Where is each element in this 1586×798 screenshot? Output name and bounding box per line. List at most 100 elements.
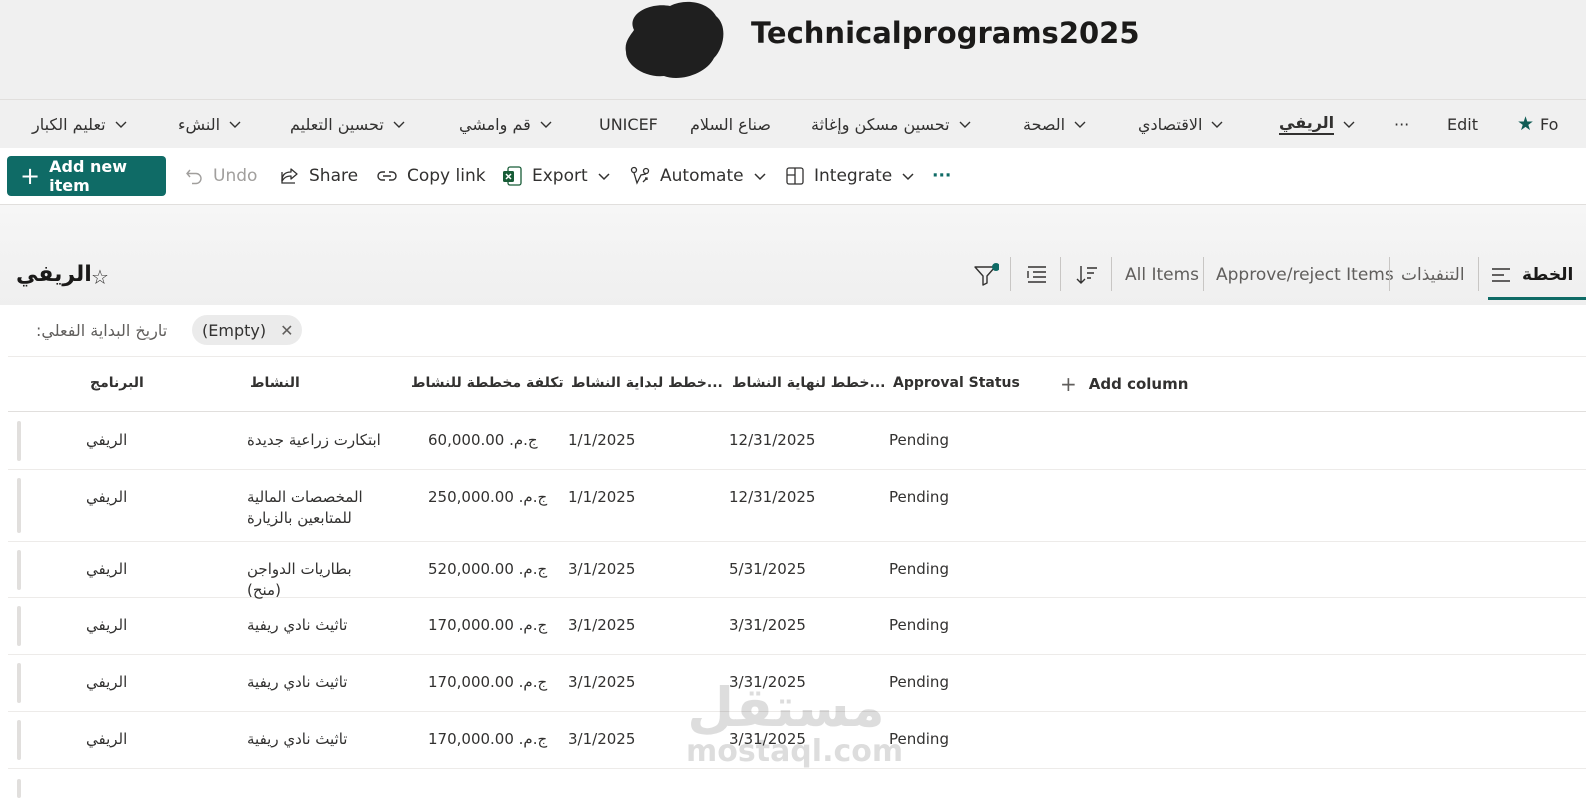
chevron-down-icon bbox=[1211, 121, 1223, 128]
column-header-activity[interactable]: النشاط bbox=[250, 375, 300, 391]
column-header-planned-end[interactable]: ...خطط لنهاية النشاط bbox=[732, 375, 885, 391]
add-new-item-label: Add new item bbox=[49, 157, 127, 195]
cell-planned-cost: ج.م. 520,000.00 bbox=[428, 560, 548, 578]
follow-button[interactable]: ★ Fo bbox=[1517, 110, 1558, 138]
filter-row: تاريخ البداية الفعلي: (Empty) ✕ bbox=[8, 305, 1586, 357]
filter-icon[interactable] bbox=[973, 262, 999, 288]
nav-item-rural[interactable]: الريفي bbox=[1279, 110, 1358, 138]
cell-planned-start: 3/1/2025 bbox=[568, 673, 636, 691]
table-row[interactable]: الريفي تاثيث نادي ريفية ج.م. 170,000.00 … bbox=[8, 712, 1586, 769]
divider bbox=[1478, 257, 1479, 291]
view-tab-implementations[interactable]: التنفيذات bbox=[1401, 261, 1465, 289]
row-selector[interactable] bbox=[17, 663, 21, 703]
cell-planned-end: 3/31/2025 bbox=[729, 730, 806, 748]
integrate-icon bbox=[786, 167, 804, 185]
table-row[interactable]: الريفي المخصصات المالية للمتابعين بالزيا… bbox=[8, 470, 1586, 542]
cell-approval-status: Pending bbox=[889, 431, 949, 449]
excel-icon bbox=[503, 166, 522, 186]
chevron-down-icon bbox=[959, 121, 971, 128]
share-button[interactable]: Share bbox=[279, 162, 358, 190]
table-row[interactable] bbox=[8, 769, 1586, 798]
copy-link-button[interactable]: Copy link bbox=[376, 162, 486, 190]
nav-item-label: صناع السلام bbox=[690, 114, 771, 134]
site-logo[interactable] bbox=[620, 0, 726, 80]
nav-item-unicef[interactable]: UNICEF bbox=[599, 110, 658, 138]
site-title[interactable]: Technicalprograms2025 bbox=[751, 16, 1140, 50]
cell-activity: بطاريات الدواجن (منح) bbox=[247, 560, 352, 599]
view-tab-label: الخطة bbox=[1522, 265, 1574, 285]
list-view-icon bbox=[1492, 268, 1510, 282]
cell-approval-status: Pending bbox=[889, 730, 949, 748]
view-tab-all-items[interactable]: All Items bbox=[1125, 261, 1199, 289]
nav-more-button[interactable]: ··· bbox=[1394, 110, 1409, 138]
nav-item-label: النشء bbox=[178, 114, 221, 134]
top-navigation: ★ Fo Edit ··· الريفي الاقتصادي الصحة تحس… bbox=[0, 100, 1586, 148]
cell-planned-start: 3/1/2025 bbox=[568, 616, 636, 634]
filter-pill[interactable]: (Empty) ✕ bbox=[192, 315, 302, 345]
nav-item-peacemakers[interactable]: صناع السلام bbox=[690, 110, 771, 138]
plus-icon: + bbox=[20, 162, 41, 190]
nav-item-economic[interactable]: الاقتصادي bbox=[1138, 110, 1226, 138]
row-selector[interactable] bbox=[17, 421, 21, 461]
nav-item-adult-education[interactable]: تعليم الكبار bbox=[32, 110, 130, 138]
automate-button[interactable]: Automate bbox=[629, 162, 767, 190]
undo-button[interactable]: Undo bbox=[184, 162, 257, 190]
nav-item-stand-walk[interactable]: قم وامشي bbox=[459, 110, 555, 138]
cell-program: الريفي bbox=[86, 730, 128, 748]
cell-program: الريفي bbox=[86, 431, 128, 449]
view-tab-plan[interactable]: الخطة bbox=[1490, 261, 1573, 289]
nav-item-label: الصحة bbox=[1023, 114, 1066, 134]
nav-item-label: تحسين مسكن وإغاثة bbox=[811, 114, 950, 134]
table-row[interactable]: الريفي تاثيث نادي ريفية ج.م. 170,000.00 … bbox=[8, 655, 1586, 712]
export-label: Export bbox=[532, 166, 588, 186]
divider bbox=[1111, 257, 1112, 291]
cell-activity: تاثيث نادي ريفية bbox=[247, 730, 348, 748]
add-column-button[interactable]: + Add column bbox=[1060, 372, 1188, 396]
nav-item-label: الريفي bbox=[1279, 113, 1335, 135]
row-selector[interactable] bbox=[17, 720, 21, 760]
chevron-down-icon bbox=[540, 121, 552, 128]
close-icon[interactable]: ✕ bbox=[280, 321, 293, 340]
column-header-planned-cost[interactable]: تكلفة مخططة للنشاط bbox=[411, 375, 564, 391]
cell-planned-end: 3/31/2025 bbox=[729, 673, 806, 691]
cell-activity: تاثيث نادي ريفية bbox=[247, 673, 348, 691]
chevron-down-icon bbox=[598, 173, 610, 181]
chevron-down-icon bbox=[1074, 121, 1086, 128]
row-selector[interactable] bbox=[17, 478, 21, 533]
nav-item-youth[interactable]: النشء bbox=[178, 110, 244, 138]
cell-planned-cost: ج.م. 170,000.00 bbox=[428, 673, 548, 691]
column-header-planned-start[interactable]: ...خطط لبداية النشاط bbox=[571, 375, 723, 391]
export-button[interactable]: Export bbox=[501, 162, 611, 190]
table-row[interactable]: الريفي تاثيث نادي ريفية ج.م. 170,000.00 … bbox=[8, 598, 1586, 655]
cell-activity: ابتكارت زراعية جديدة bbox=[247, 431, 381, 449]
column-header-approval-status[interactable]: Approval Status bbox=[893, 375, 1020, 391]
sort-icon[interactable] bbox=[1074, 262, 1100, 288]
view-tab-approve-reject[interactable]: Approve/reject Items bbox=[1216, 261, 1394, 289]
add-column-label: Add column bbox=[1088, 375, 1189, 393]
filter-field-label: تاريخ البداية الفعلي: bbox=[36, 321, 168, 340]
group-by-icon[interactable] bbox=[1024, 262, 1050, 288]
cell-activity: تاثيث نادي ريفية bbox=[247, 616, 348, 634]
table-row[interactable]: الريفي بطاريات الدواجن (منح) ج.م. 520,00… bbox=[8, 542, 1586, 599]
chevron-down-icon bbox=[393, 121, 405, 128]
cell-approval-status: Pending bbox=[889, 560, 949, 578]
table-row[interactable]: الريفي ابتكارت زراعية جديدة ج.م. 60,000.… bbox=[8, 413, 1586, 470]
row-selector[interactable] bbox=[17, 550, 21, 590]
integrate-button[interactable]: Integrate bbox=[785, 162, 915, 190]
edit-nav-link[interactable]: Edit bbox=[1447, 110, 1478, 138]
cell-planned-start: 1/1/2025 bbox=[568, 488, 636, 506]
cell-planned-end: 3/31/2025 bbox=[729, 616, 806, 634]
add-new-item-button[interactable]: + Add new item bbox=[7, 156, 166, 196]
divider bbox=[1010, 257, 1011, 291]
row-selector[interactable] bbox=[17, 606, 21, 646]
column-header-program[interactable]: البرنامج bbox=[90, 375, 144, 391]
nav-item-health[interactable]: الصحة bbox=[1023, 110, 1089, 138]
divider bbox=[1389, 257, 1390, 291]
command-more-button[interactable]: ··· bbox=[932, 162, 951, 190]
nav-item-housing-relief[interactable]: تحسين مسكن وإغاثة bbox=[811, 110, 974, 138]
cell-planned-cost: ج.م. 170,000.00 bbox=[428, 730, 548, 748]
share-label: Share bbox=[309, 166, 359, 186]
favorite-star-icon[interactable]: ☆ bbox=[91, 265, 109, 289]
row-selector[interactable] bbox=[17, 779, 21, 798]
nav-item-education[interactable]: تحسين التعليم bbox=[290, 110, 408, 138]
